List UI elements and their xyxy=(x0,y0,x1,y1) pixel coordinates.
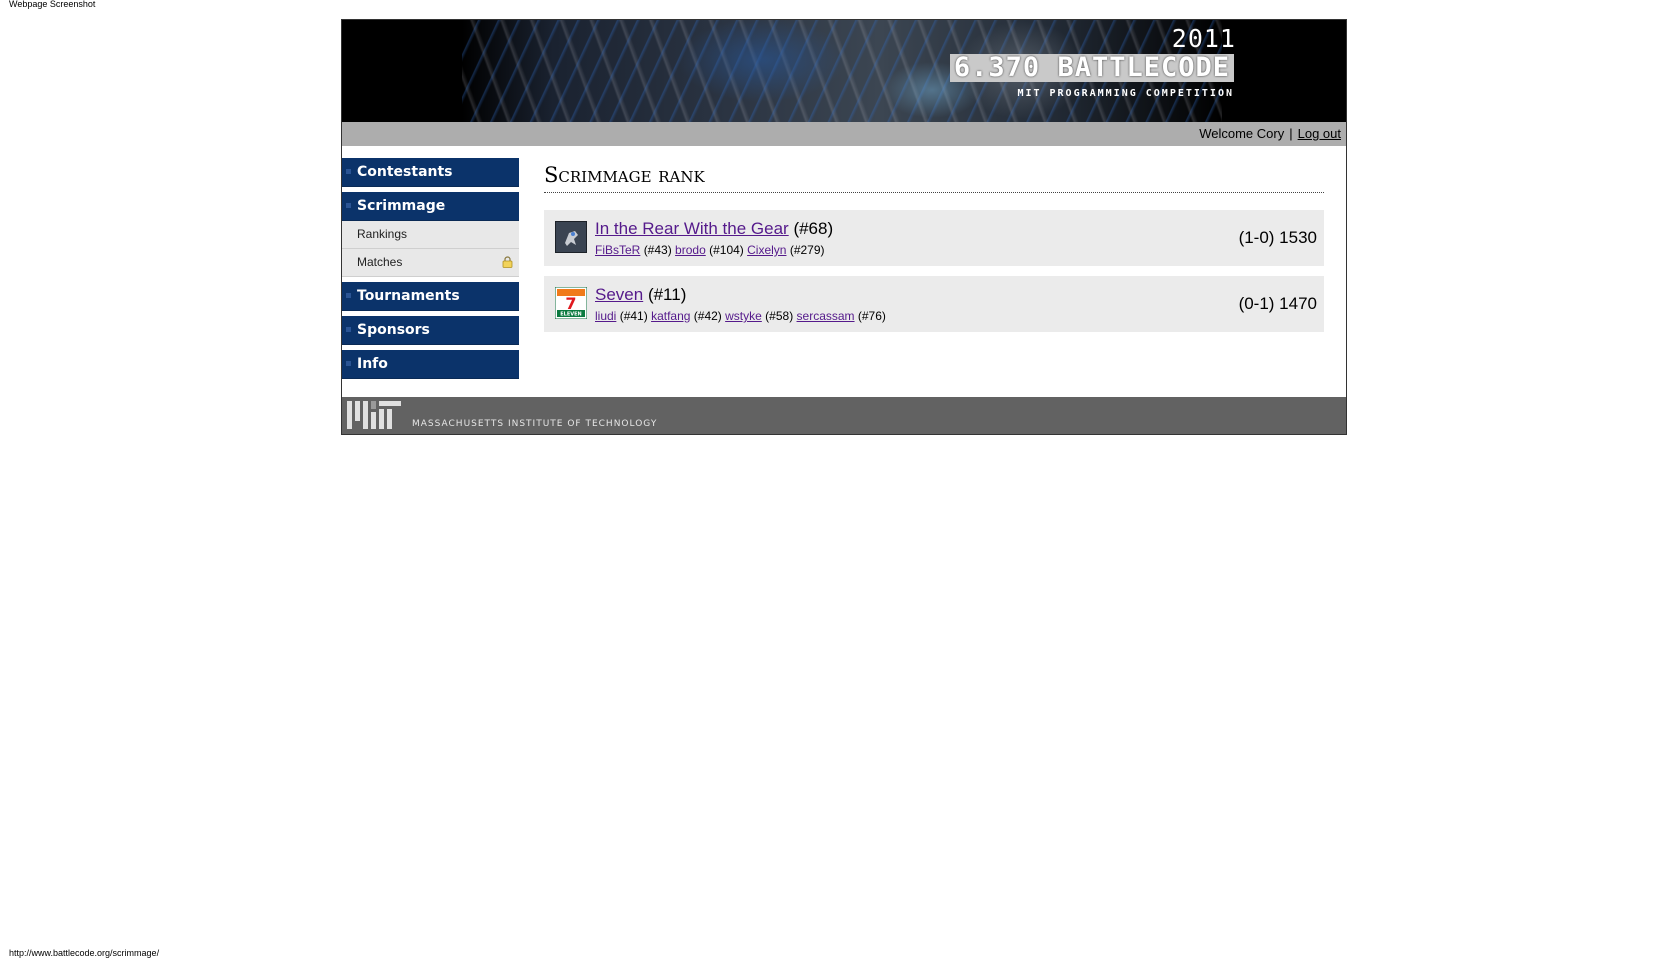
bullet-icon xyxy=(346,293,351,298)
sidebar-nav: Contestants Scrimmage Rankings Matches T… xyxy=(342,158,519,384)
nav-info[interactable]: Info xyxy=(342,350,519,379)
team-members: liudi (#41) katfang (#42) wstyke (#58) s… xyxy=(595,309,886,323)
team-score: (0-1) 1470 xyxy=(1238,294,1317,313)
member-link[interactable]: brodo xyxy=(675,243,706,257)
main-content: Scrimmage rank In the Rear With the Gear… xyxy=(544,163,1324,332)
nav-item-rankings[interactable]: Rankings xyxy=(342,221,519,249)
nav-contestants[interactable]: Contestants xyxy=(342,158,519,187)
screenshot-label: Webpage Screenshot xyxy=(9,0,96,9)
nav-label: Scrimmage xyxy=(357,198,446,214)
banner-subtitle: MIT PROGRAMMING COMPETITION xyxy=(1017,88,1234,99)
nav-item-label: Matches xyxy=(357,255,403,269)
bullet-icon xyxy=(346,327,351,332)
seven-eleven-logo-icon: 7 ELEVEN xyxy=(555,287,587,319)
nav-item-matches[interactable]: Matches xyxy=(342,249,519,277)
team-link[interactable]: In the Rear With the Gear xyxy=(595,219,789,238)
team-score: (1-0) 1530 xyxy=(1238,228,1317,247)
team-link[interactable]: Seven xyxy=(595,285,643,304)
member-link[interactable]: wstyke xyxy=(725,309,762,323)
svg-text:ELEVEN: ELEVEN xyxy=(560,312,582,318)
member-link[interactable]: sercassam xyxy=(797,309,855,323)
welcome-text: Welcome Cory xyxy=(1199,126,1285,141)
page-title: Scrimmage rank xyxy=(544,163,1324,193)
member-rank: (#41) xyxy=(619,309,648,323)
page-container: 2011 6.370 BATTLECODE MIT PROGRAMMING CO… xyxy=(341,19,1347,435)
member-rank: (#76) xyxy=(857,309,886,323)
team-name: Seven (#11) xyxy=(595,285,686,305)
nav-label: Tournaments xyxy=(357,288,460,304)
logout-link[interactable]: Log out xyxy=(1298,126,1341,141)
member-rank: (#58) xyxy=(765,309,794,323)
screenshot-url: http://www.battlecode.org/scrimmage/ xyxy=(9,948,160,958)
footer: MASSACHUSETTS INSTITUTE OF TECHNOLOGY xyxy=(342,397,1346,434)
member-link[interactable]: liudi xyxy=(595,309,616,323)
team-rank: (#68) xyxy=(793,219,834,238)
banner-title[interactable]: 6.370 BATTLECODE xyxy=(949,54,1234,82)
nav-label: Info xyxy=(357,356,388,372)
team-members: FiBsTeR (#43) brodo (#104) Cixelyn (#279… xyxy=(595,243,825,257)
member-rank: (#279) xyxy=(789,243,825,257)
team-row: 7 ELEVEN Seven (#11) liudi (#41) katfang… xyxy=(544,276,1324,332)
member-rank: (#42) xyxy=(693,309,722,323)
user-bar: Welcome Cory | Log out xyxy=(342,122,1346,146)
nav-tournaments[interactable]: Tournaments xyxy=(342,282,519,311)
team-name: In the Rear With the Gear (#68) xyxy=(595,219,833,239)
member-link[interactable]: katfang xyxy=(651,309,690,323)
nav-sponsors[interactable]: Sponsors xyxy=(342,316,519,345)
bullet-icon xyxy=(346,203,351,208)
mit-logo-icon[interactable] xyxy=(347,400,402,430)
member-link[interactable]: FiBsTeR xyxy=(595,243,640,257)
bullet-icon xyxy=(346,361,351,366)
team-row: In the Rear With the Gear (#68) FiBsTeR … xyxy=(544,210,1324,266)
lock-icon xyxy=(502,256,513,268)
nav-item-label: Rankings xyxy=(357,227,408,241)
institution-name: MASSACHUSETTS INSTITUTE OF TECHNOLOGY xyxy=(412,419,658,429)
member-link[interactable]: Cixelyn xyxy=(747,243,786,257)
member-rank: (#104) xyxy=(709,243,744,257)
nav-label: Contestants xyxy=(357,164,453,180)
bullet-icon xyxy=(346,169,351,174)
banner-year: 2011 xyxy=(1171,24,1236,53)
team-rank: (#11) xyxy=(647,285,687,304)
robot-avatar-icon xyxy=(555,221,587,253)
member-rank: (#43) xyxy=(643,243,672,257)
userbar-separator: | xyxy=(1289,126,1293,141)
nav-label: Sponsors xyxy=(357,322,430,338)
svg-text:7: 7 xyxy=(565,294,576,313)
header-banner: 2011 6.370 BATTLECODE MIT PROGRAMMING CO… xyxy=(342,20,1346,122)
nav-scrimmage[interactable]: Scrimmage xyxy=(342,192,519,221)
